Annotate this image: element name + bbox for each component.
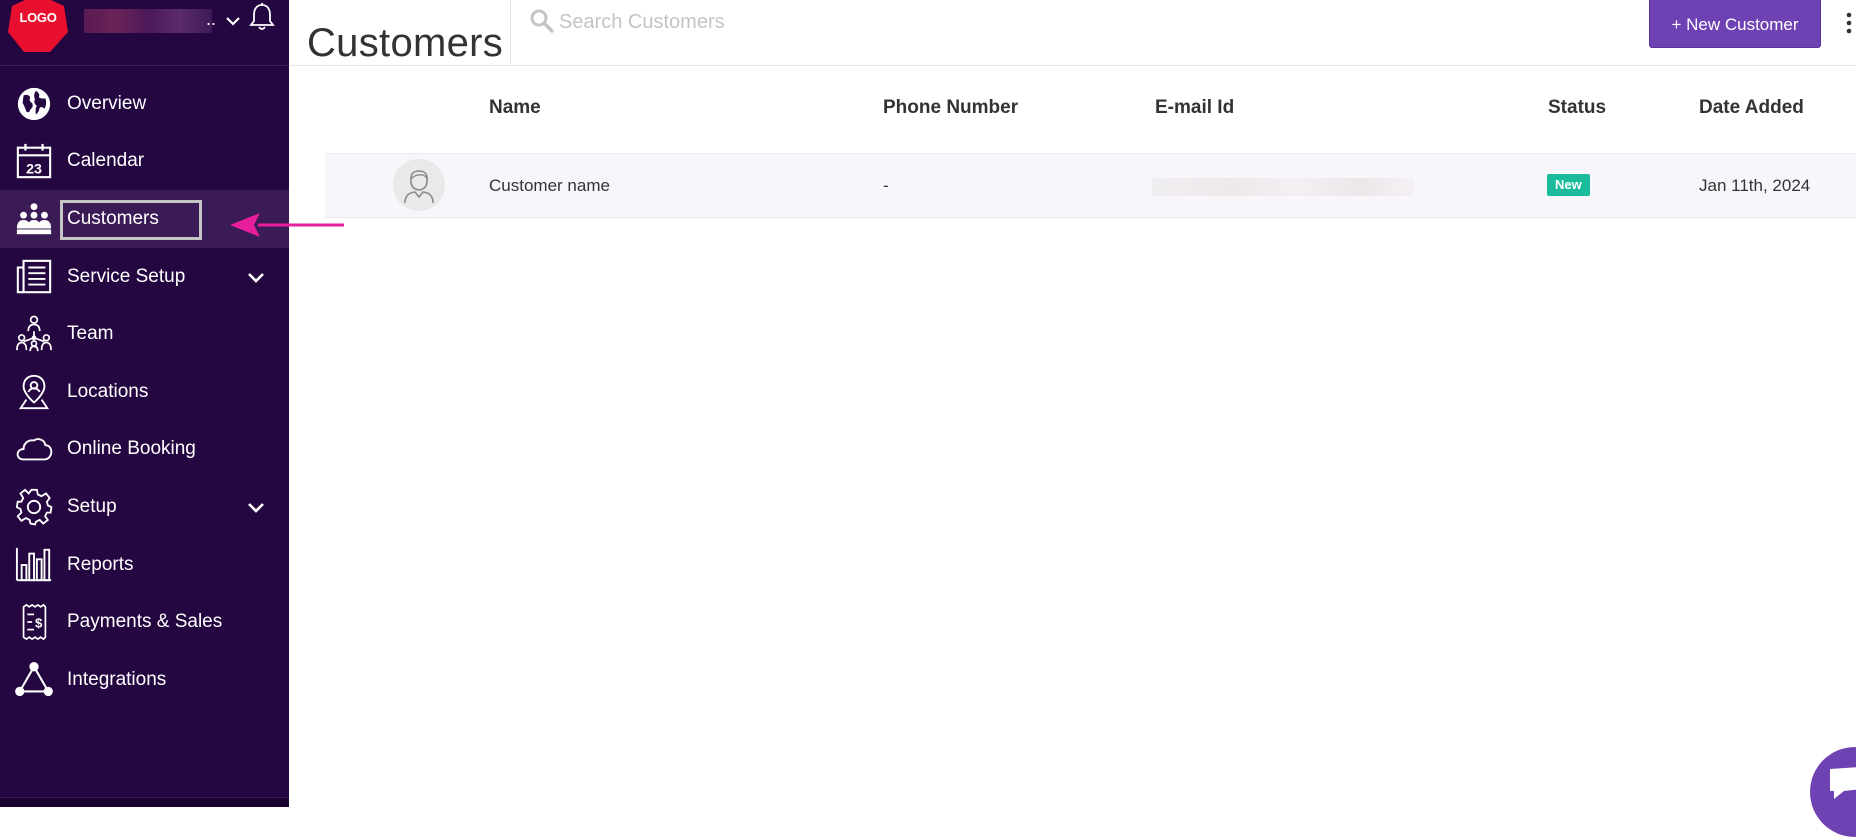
top-bar: Customers + New Customer: [289, 0, 1856, 66]
sidebar-item-online-booking[interactable]: Online Booking: [0, 421, 289, 479]
sidebar-item-payments-sales[interactable]: $ Payments & Sales: [0, 593, 289, 651]
sidebar-item-setup[interactable]: Setup: [0, 478, 289, 536]
sidebar: LOGO .. Overview 23 Calendar Customers S…: [0, 0, 289, 807]
account-name-redacted[interactable]: [84, 9, 212, 33]
calendar-day-number: 23: [26, 162, 42, 178]
column-header-phone[interactable]: Phone Number: [883, 97, 1018, 119]
search-icon: [530, 9, 554, 33]
calendar-icon: 23: [14, 141, 54, 181]
svg-text:$: $: [35, 616, 43, 631]
sidebar-header: LOGO ..: [0, 0, 289, 66]
avatar: [393, 159, 445, 211]
chevron-down-icon[interactable]: [245, 496, 267, 518]
sidebar-item-calendar[interactable]: 23 Calendar: [0, 133, 289, 191]
user-placeholder-icon: [393, 159, 445, 211]
sidebar-item-label: Reports: [67, 553, 134, 575]
sidebar-item-locations[interactable]: Locations: [0, 363, 289, 421]
bell-icon[interactable]: [248, 2, 276, 32]
more-options-icon[interactable]: [1846, 12, 1852, 34]
gear-icon: [14, 487, 54, 527]
sidebar-item-label: Locations: [67, 380, 149, 402]
sidebar-item-team[interactable]: Team: [0, 305, 289, 363]
integrations-icon: [14, 660, 54, 700]
logo[interactable]: LOGO: [6, 0, 70, 56]
sidebar-item-label: Setup: [67, 495, 117, 517]
sidebar-item-integrations[interactable]: Integrations: [0, 651, 289, 709]
chat-icon: [1830, 767, 1856, 799]
logo-badge-icon: [8, 0, 68, 52]
sidebar-item-label: Team: [67, 323, 114, 345]
annotation-arrow-icon: [230, 213, 344, 237]
new-customer-button[interactable]: + New Customer: [1649, 0, 1821, 48]
date-added-cell: Jan 11th, 2024: [1699, 176, 1811, 195]
chevron-down-icon[interactable]: [245, 266, 267, 288]
sidebar-item-overview[interactable]: Overview: [0, 75, 289, 133]
sidebar-nav: Overview 23 Calendar Customers Service S…: [0, 75, 289, 709]
chat-launcher-button[interactable]: [1810, 747, 1856, 837]
email-cell-redacted: [1152, 178, 1414, 196]
column-header-email[interactable]: E-mail Id: [1155, 97, 1234, 119]
sidebar-item-label: Online Booking: [67, 438, 196, 460]
column-header-name[interactable]: Name: [489, 97, 541, 119]
column-header-status[interactable]: Status: [1548, 97, 1606, 119]
service-setup-icon: [14, 257, 54, 297]
location-pin-icon: [14, 372, 54, 412]
table-row[interactable]: Customer name - New Jan 11th, 2024: [325, 153, 1856, 218]
team-icon: [14, 314, 54, 354]
phone-cell: -: [883, 176, 889, 195]
sidebar-footer: [0, 797, 289, 807]
globe-icon: [14, 84, 54, 124]
sidebar-item-label: Calendar: [67, 150, 145, 172]
annotation-highlight-box: [60, 200, 202, 241]
page-title: Customers: [307, 20, 504, 65]
customers-icon: [14, 199, 54, 239]
sidebar-item-label: Payments & Sales: [67, 611, 223, 633]
status-badge: New: [1547, 174, 1590, 196]
sidebar-item-service-setup[interactable]: Service Setup: [0, 248, 289, 306]
chevron-down-icon[interactable]: [224, 12, 242, 30]
cloud-icon: [14, 429, 54, 469]
column-header-date-added[interactable]: Date Added: [1699, 97, 1804, 119]
search-input[interactable]: [557, 6, 1157, 38]
bar-chart-icon: [14, 545, 54, 585]
sidebar-item-label: Overview: [67, 92, 147, 114]
sidebar-item-label: Integrations: [67, 668, 167, 690]
customer-name-cell[interactable]: Customer name: [489, 176, 610, 196]
sidebar-item-label: Service Setup: [67, 265, 186, 287]
title-divider: [510, 0, 511, 66]
sidebar-item-reports[interactable]: Reports: [0, 536, 289, 594]
receipt-dollar-icon: $: [14, 602, 54, 642]
logo-text: LOGO: [19, 10, 57, 25]
account-name-ellipsis: ..: [206, 9, 217, 29]
